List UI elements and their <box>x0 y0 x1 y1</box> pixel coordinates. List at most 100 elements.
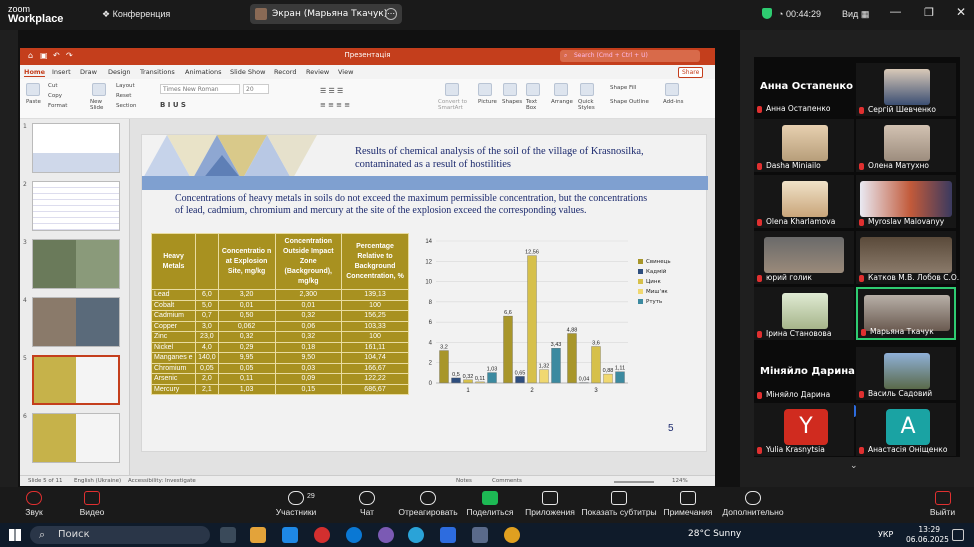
notes-button[interactable]: Notes <box>456 478 472 484</box>
slide-thumbnail-6[interactable] <box>32 413 120 463</box>
participant-tile[interactable]: Міняйло Дарина <box>754 385 854 401</box>
ppt-share-button[interactable]: Share <box>678 67 704 78</box>
tab-animations[interactable]: Animations <box>185 68 222 76</box>
cut-button[interactable]: Cut <box>48 83 57 89</box>
legend-swatch <box>638 279 643 284</box>
tab-draw[interactable]: Draw <box>80 68 97 76</box>
tab-review[interactable]: Review <box>306 68 329 76</box>
restore-button[interactable]: ❐ <box>924 6 934 19</box>
leave-button[interactable]: Выйти <box>915 491 970 517</box>
arrange-icon[interactable] <box>554 83 568 96</box>
slide-paragraph: Concentrations of heavy metals in soils … <box>175 193 648 216</box>
align-icon[interactable]: ≡ ≡ ≡ ≡ <box>320 101 350 109</box>
text-box-icon[interactable] <box>526 83 540 96</box>
tab-home[interactable]: Home <box>24 68 46 77</box>
chat-button[interactable]: Чат <box>337 491 397 517</box>
participant-tile[interactable]: Катков М.В. Лобов С.О. <box>856 231 959 284</box>
section-button[interactable]: Section <box>116 103 136 109</box>
shield-icon[interactable] <box>762 8 772 19</box>
shapes-icon[interactable] <box>503 83 517 96</box>
reset-button[interactable]: Reset <box>116 93 131 99</box>
accessibility-button[interactable]: Accessibility: Investigate <box>128 478 196 484</box>
participant-tile[interactable]: Анна Остапенко <box>754 99 854 115</box>
edge-icon[interactable] <box>282 527 298 543</box>
shape-outline-button[interactable]: Shape Outline <box>610 99 649 105</box>
slide-thumbnail-4[interactable] <box>32 297 120 347</box>
tab-transitions[interactable]: Transitions <box>140 68 175 76</box>
notifications-icon[interactable] <box>952 529 964 541</box>
participant-tile[interactable]: Олена Матухно <box>856 119 956 172</box>
format-painter-button[interactable]: Format <box>48 103 67 109</box>
quick-styles-icon[interactable] <box>580 83 594 96</box>
comments-button[interactable]: Comments <box>492 478 522 484</box>
shape-fill-button[interactable]: Shape Fill <box>610 85 636 91</box>
slide-thumbnail-5[interactable] <box>32 355 120 405</box>
telegram-icon[interactable] <box>408 527 424 543</box>
picture-icon[interactable] <box>478 83 492 96</box>
participant-tile[interactable]: A Анастасія Оніщенко <box>856 403 956 456</box>
search-icon: ⌕ <box>39 528 46 541</box>
bar <box>515 376 525 384</box>
windows-start-icon[interactable] <box>9 529 21 541</box>
bold-icon[interactable]: B I U S <box>160 101 186 109</box>
language-indicator[interactable]: УКР <box>878 530 893 539</box>
zoom-slider[interactable] <box>614 481 654 483</box>
bullets-icon[interactable]: ☰ ☰ ☰ <box>320 87 343 95</box>
file-icon[interactable] <box>472 527 488 543</box>
language-indicator[interactable]: English (Ukraine) <box>74 478 121 484</box>
meeting-info-button[interactable]: ❖ Конференция <box>102 9 170 20</box>
apps-button[interactable]: Приложения <box>520 491 580 517</box>
new-slide-icon[interactable] <box>92 83 106 96</box>
audio-button[interactable]: Звук <box>4 491 64 517</box>
screen-share-chip[interactable]: Экран (Марьяна Ткачук) ⋯ <box>250 4 402 24</box>
paste-icon[interactable] <box>26 83 40 96</box>
participant-tile[interactable]: Сергій Шевченко <box>856 63 956 116</box>
video-button[interactable]: Видео <box>62 491 122 517</box>
participants-button[interactable]: Участники 29 <box>266 491 326 517</box>
participant-tile[interactable]: Y Yulia Krasnytsia <box>754 403 854 456</box>
share-screen-button[interactable]: Поделиться <box>460 491 520 517</box>
reactions-button[interactable]: Отреагировать <box>393 491 463 517</box>
tab-slide-show[interactable]: Slide Show <box>230 68 265 76</box>
close-button[interactable]: ✕ <box>956 5 966 19</box>
view-button[interactable]: Вид ▦ <box>842 9 869 20</box>
weather-widget[interactable]: 28°C Sunny <box>688 529 741 539</box>
participant-tile-active-speaker[interactable]: Марьяна Ткачук <box>856 287 956 340</box>
slide-thumbnail-2[interactable] <box>32 181 120 231</box>
smartart-icon[interactable] <box>445 83 459 96</box>
chrome-icon[interactable] <box>504 527 520 543</box>
notes-button[interactable]: Примечания <box>658 491 718 517</box>
slide-thumbnail-1[interactable] <box>32 123 120 173</box>
system-clock[interactable]: 13:29 06.06.2025 <box>906 525 949 545</box>
participant-tile[interactable]: Dasha Miniailo <box>754 119 854 172</box>
task-view-icon[interactable] <box>220 527 236 543</box>
font-name-select[interactable]: Times New Roman <box>160 84 240 94</box>
copy-button[interactable]: Copy <box>48 93 62 99</box>
participant-tile[interactable]: юрий голик <box>754 231 854 284</box>
zoom-level[interactable]: 124% <box>672 478 688 484</box>
opera-icon[interactable] <box>314 527 330 543</box>
slide-thumbnail-3[interactable] <box>32 239 120 289</box>
ppt-search-input[interactable]: ⌕ Search (Cmd + Ctrl + U) <box>560 50 700 62</box>
skype-icon[interactable] <box>346 527 362 543</box>
zoom-app-icon[interactable] <box>440 527 456 543</box>
windows-search-box[interactable]: ⌕ Поиск <box>30 526 210 544</box>
tab-view[interactable]: View <box>338 68 353 76</box>
participant-tile[interactable]: Василь Садовий <box>856 347 956 400</box>
chevron-down-icon[interactable]: ⌄ <box>850 461 858 471</box>
addins-icon[interactable] <box>665 83 679 96</box>
layout-button[interactable]: Layout <box>116 83 135 89</box>
minimize-button[interactable]: — <box>890 6 901 18</box>
participant-tile[interactable]: Myroslav Malovanyy <box>856 175 956 228</box>
more-button[interactable]: Дополнительно <box>722 491 784 517</box>
more-options-icon[interactable]: ⋯ <box>385 8 397 20</box>
copilot-icon[interactable] <box>250 527 266 543</box>
captions-button[interactable]: Показать субтитры <box>580 491 658 517</box>
font-size-select[interactable]: 20 <box>243 84 269 94</box>
participant-tile[interactable]: Olena Kharlamova <box>754 175 854 228</box>
tab-design[interactable]: Design <box>108 68 130 76</box>
tab-insert[interactable]: Insert <box>52 68 71 76</box>
viber-icon[interactable] <box>378 527 394 543</box>
participant-tile[interactable]: Ірина Становова <box>754 287 854 340</box>
tab-record[interactable]: Record <box>274 68 296 76</box>
